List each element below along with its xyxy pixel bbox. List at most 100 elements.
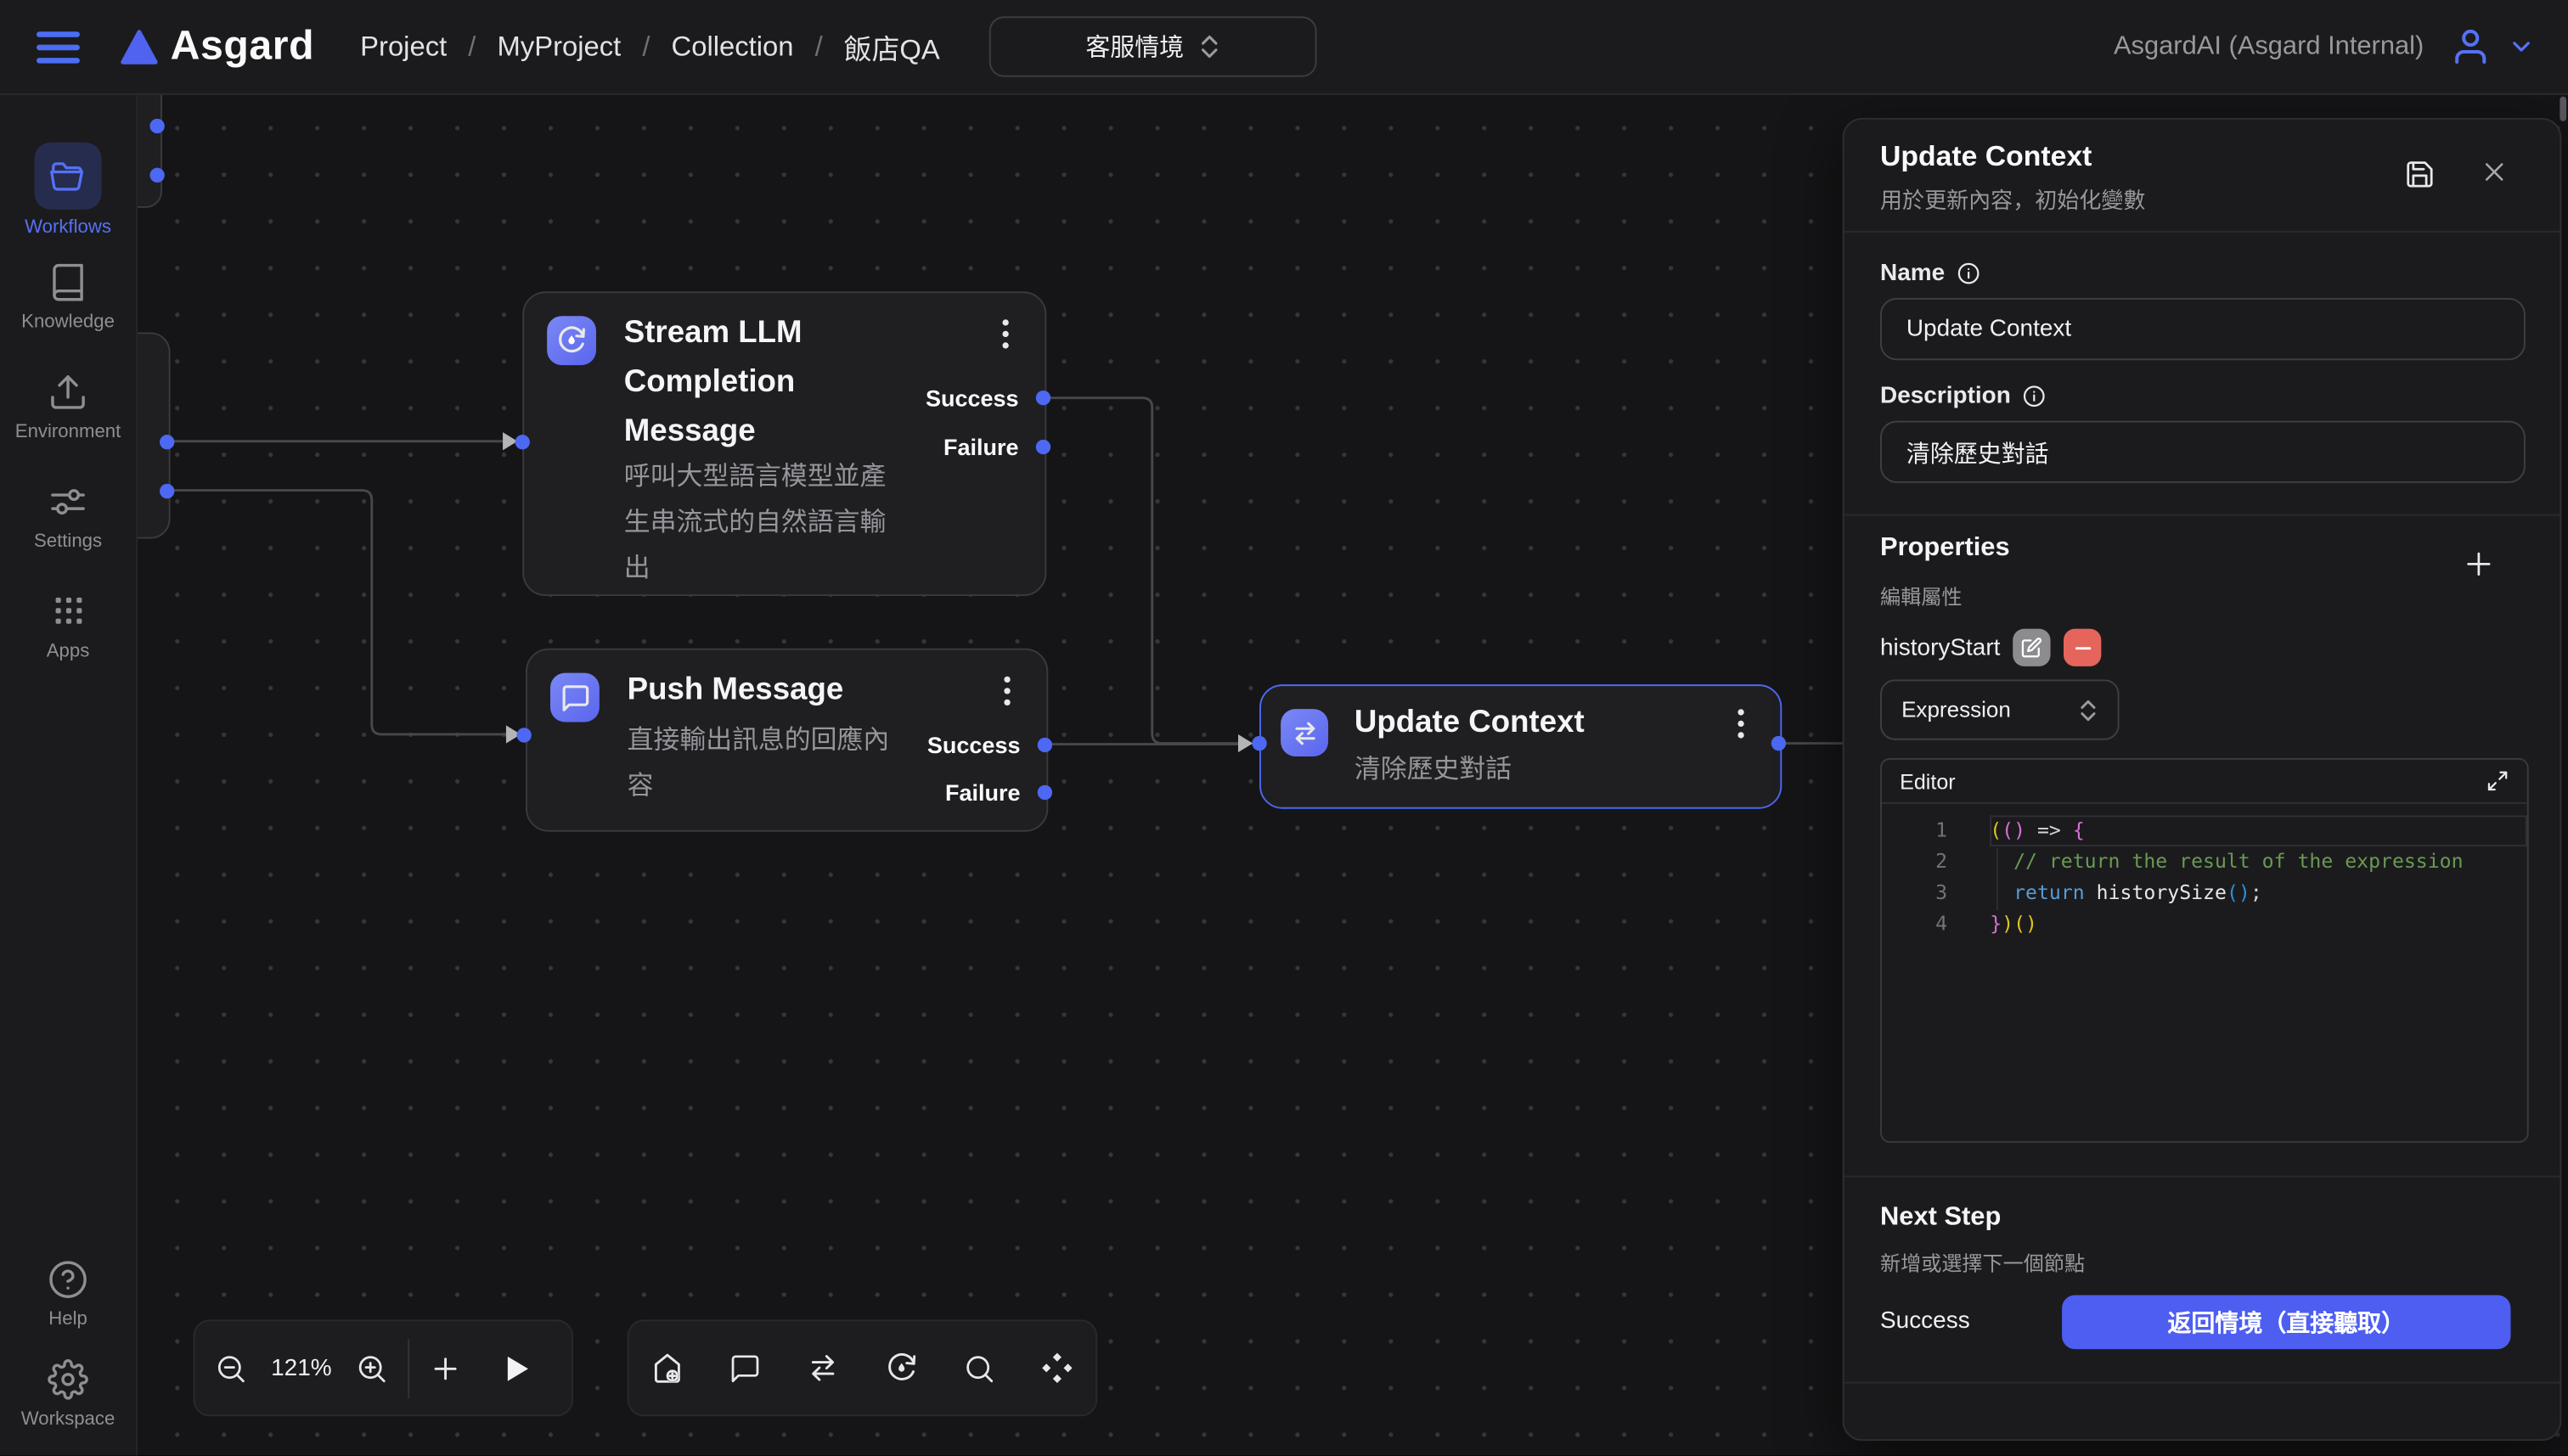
gear-icon [34,1356,101,1402]
port-dot[interactable] [1038,737,1052,751]
environment-selector[interactable]: 客服情境 [989,16,1317,76]
kebab-menu-icon[interactable] [1002,319,1009,349]
move-canvas-icon[interactable] [1021,1321,1093,1414]
add-swap-node-button[interactable] [787,1321,859,1414]
port-dot[interactable] [1036,391,1050,405]
chat-bubble-icon [550,673,600,722]
port-label-failure: Failure [943,434,1019,460]
description-label: Description [1880,383,2045,409]
breadcrumb-project[interactable]: Project [360,31,447,64]
node-title: Update Context [1354,699,1715,748]
breadcrumb-myproject[interactable]: MyProject [498,31,622,64]
sidebar-item-label: Help [48,1310,87,1330]
sidebar-item-label: Settings [34,532,102,552]
success-output-label: Success [1880,1308,1970,1335]
port-dot[interactable] [160,483,174,498]
node-config-panel: Update Context 用於更新內容，初始化變數 Name Descrip… [1843,118,2562,1441]
account-label: AsgardAI (Asgard Internal) [2114,32,2424,62]
edit-property-button[interactable] [2013,629,2051,666]
node-description: 直接輸出訊息的回應內容 [628,719,899,811]
node-push-message[interactable]: Push Message 直接輸出訊息的回應內容 Success Failure [526,649,1048,832]
port-label-success: Success [927,732,1021,758]
breadcrumb: Project / MyProject / Collection / 飯店QA [360,26,940,67]
add-message-node-button[interactable] [710,1321,782,1414]
add-property-button[interactable] [2464,548,2495,580]
line-number: 2 [1882,846,1947,878]
zoom-out-button[interactable] [194,1321,267,1414]
sidebar-item-workflows[interactable]: Workflows [25,143,111,238]
scrollbar-thumb[interactable] [2560,97,2566,121]
port-dot[interactable] [149,168,164,183]
chevron-down-icon[interactable] [2508,33,2536,61]
property-type-select[interactable]: Expression [1880,679,2120,739]
logo-text: Asgard [171,23,315,70]
sidebar-item-settings[interactable]: Settings [34,478,102,552]
run-button[interactable] [482,1321,554,1414]
hamburger-menu-icon[interactable] [36,29,80,65]
search-icon[interactable] [943,1321,1015,1414]
info-icon[interactable] [1957,262,1980,285]
node-stream-llm[interactable]: Stream LLM Completion Message 呼叫大型語言模型並產… [522,291,1046,596]
properties-subtitle: 編輯屬性 [1880,580,1962,611]
add-stream-node-button[interactable] [865,1321,938,1414]
breadcrumb-current[interactable]: 飯店QA [844,26,940,67]
chevron-up-down-icon [1198,34,1219,59]
port-dot[interactable] [1252,736,1266,750]
offscreen-node-stub[interactable] [136,93,162,208]
logo-triangle-icon [120,27,159,66]
save-button[interactable] [2404,159,2436,190]
kebab-menu-icon[interactable] [1004,676,1011,706]
logo[interactable]: Asgard [120,23,314,70]
code-line[interactable]: 3 return historySize(); [1882,878,2527,909]
zoom-in-button[interactable] [335,1321,408,1414]
expand-icon[interactable] [2486,769,2509,792]
user-icon[interactable] [2450,26,2491,67]
port-dot[interactable] [516,728,531,742]
breadcrumb-collection[interactable]: Collection [672,31,794,64]
code-line[interactable]: 1(() => { [1882,815,2527,846]
node-title: Stream LLM Completion Message [624,309,837,457]
close-icon[interactable] [2481,159,2508,185]
sidebar-item-workspace[interactable]: Workspace [21,1356,115,1430]
sidebar-item-label: Apps [47,642,90,661]
next-step-button[interactable]: 返回情境（直接聽取） [2062,1295,2510,1349]
sidebar-item-environment[interactable]: Environment [15,368,121,442]
kebab-menu-icon[interactable] [1737,709,1744,739]
environment-selector-label: 客服情境 [1085,30,1184,64]
add-home-node-button[interactable] [632,1321,704,1414]
stream-icon [547,316,596,365]
editor-header: Editor [1882,760,2527,804]
sidebar: Workflows Knowledge Environment Settings… [0,93,138,1456]
breadcrumb-separator: / [642,31,650,64]
app-window: Asgard Project / MyProject / Collection … [0,0,2568,1455]
sidebar-item-label: Environment [15,423,121,442]
add-button[interactable] [409,1321,482,1414]
node-update-context[interactable]: Update Context 清除歷史對話 [1259,684,1782,809]
port-dot[interactable] [149,119,164,133]
port-dot[interactable] [515,434,530,448]
port-dot[interactable] [1036,440,1050,454]
port-dot[interactable] [160,434,174,448]
sidebar-item-knowledge[interactable]: Knowledge [21,259,115,333]
editor-code[interactable]: 1(() => {2 // return the result of the e… [1882,804,2527,940]
help-circle-icon [34,1256,101,1301]
book-icon [34,259,101,305]
name-label: Name [1880,261,1980,287]
code-line[interactable]: 4})() [1882,908,2527,940]
port-label-success: Success [926,385,1019,411]
next-step-title: Next Step [1880,1203,2001,1233]
navbar: Asgard Project / MyProject / Collection … [0,0,2568,95]
name-field[interactable] [1880,298,2526,360]
port-label-failure: Failure [945,779,1021,806]
sidebar-item-help[interactable]: Help [34,1256,101,1330]
port-dot[interactable] [1771,736,1786,750]
divider [1844,1382,2560,1384]
port-dot[interactable] [1038,785,1052,800]
code-line[interactable]: 2 // return the result of the expression [1882,846,2527,878]
line-number: 4 [1882,908,1947,940]
description-field[interactable] [1880,421,2526,483]
line-number: 1 [1882,815,1947,846]
remove-property-button[interactable] [2064,629,2102,666]
info-icon[interactable] [2022,385,2045,408]
sidebar-item-apps[interactable]: Apps [34,587,101,661]
